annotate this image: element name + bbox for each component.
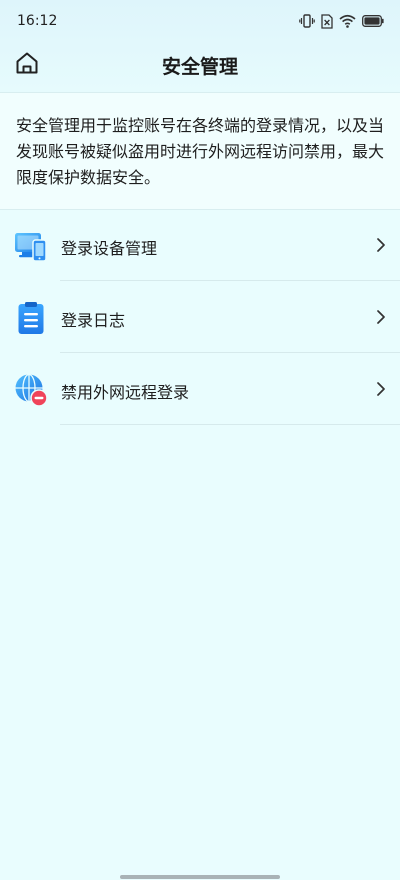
menu-item-label: 禁用外网远程登录 — [61, 383, 190, 402]
divider — [60, 424, 400, 425]
menu-item-login-log[interactable]: 登录日志 — [0, 281, 400, 353]
chevron-right-icon — [376, 381, 386, 397]
globe-block-icon — [14, 373, 48, 407]
no-sim-icon — [321, 13, 333, 29]
security-menu: 登录设备管理 登录日志 禁用外网远程登录 — [0, 209, 400, 425]
battery-icon — [362, 15, 384, 27]
clipboard-icon — [14, 301, 48, 335]
status-icons — [299, 12, 384, 30]
menu-item-label: 登录设备管理 — [61, 239, 158, 258]
home-indicator[interactable] — [120, 875, 280, 879]
devices-icon — [14, 229, 48, 263]
nav-bar: 安全管理 — [0, 42, 400, 90]
status-bar: 16:12 — [0, 0, 400, 42]
page-title: 安全管理 — [161, 56, 238, 78]
top-area: 16:12 安全管理 — [0, 0, 400, 92]
menu-item-device-management[interactable]: 登录设备管理 — [0, 209, 400, 281]
intro-description: 安全管理用于监控账号在各终端的登录情况，以及当发现账号被疑似盗用时进行外网远程访… — [16, 116, 385, 187]
chevron-right-icon — [376, 237, 386, 253]
wifi-icon — [339, 14, 356, 28]
chevron-right-icon — [376, 309, 386, 325]
menu-item-label: 登录日志 — [61, 311, 126, 330]
vibrate-icon — [299, 14, 315, 28]
intro-card: 安全管理用于监控账号在各终端的登录情况，以及当发现账号被疑似盗用时进行外网远程访… — [0, 92, 400, 210]
menu-item-disable-remote-login[interactable]: 禁用外网远程登录 — [0, 353, 400, 425]
status-time: 16:12 — [17, 13, 58, 29]
